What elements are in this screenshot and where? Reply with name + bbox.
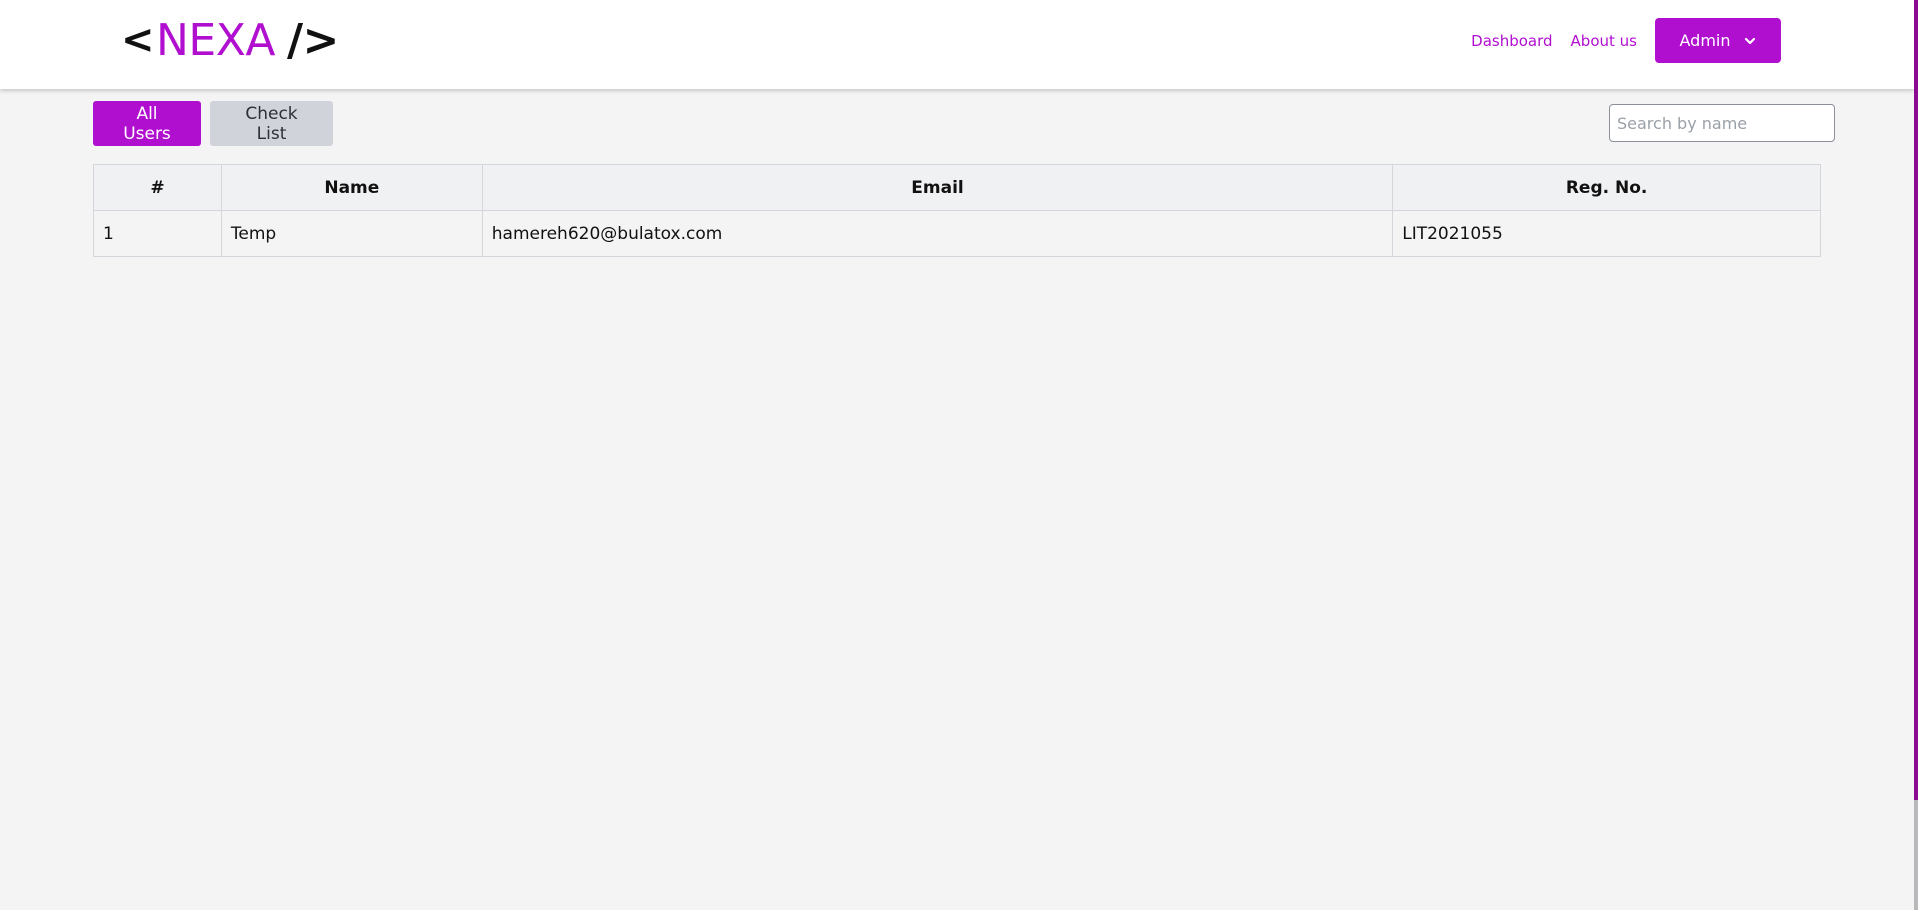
table-row[interactable]: 1 Temp hamereh620@bulatox.com LIT2021055 bbox=[93, 210, 1821, 257]
nav-link-about-us[interactable]: About us bbox=[1571, 32, 1637, 50]
page: < NEXA /> Dashboard About us Admin All U… bbox=[0, 0, 1918, 910]
logo-brand-text: NEXA bbox=[156, 14, 275, 66]
main-nav: Dashboard About us Admin bbox=[1471, 18, 1781, 63]
scrollbar-track[interactable] bbox=[1914, 800, 1918, 910]
chevron-down-icon bbox=[1744, 37, 1755, 44]
search-input[interactable] bbox=[1609, 104, 1835, 142]
column-header-number: # bbox=[93, 164, 222, 211]
nav-link-dashboard[interactable]: Dashboard bbox=[1471, 32, 1552, 50]
table-body: 1 Temp hamereh620@bulatox.com LIT2021055 bbox=[93, 210, 1821, 257]
table-header-row: # Name Email Reg. No. bbox=[93, 164, 1821, 211]
admin-button-label: Admin bbox=[1679, 31, 1731, 50]
nexa-logo[interactable]: < NEXA /> bbox=[121, 12, 343, 68]
scrollbar-thumb[interactable] bbox=[1914, 0, 1918, 800]
column-header-email: Email bbox=[481, 164, 1394, 211]
cell-email: hamereh620@bulatox.com bbox=[481, 210, 1394, 257]
admin-dropdown-button[interactable]: Admin bbox=[1655, 18, 1781, 63]
logo-close-tag: /> bbox=[286, 14, 339, 66]
all-users-button[interactable]: All Users bbox=[93, 101, 201, 146]
cell-reg-no: LIT2021055 bbox=[1392, 210, 1821, 257]
cell-number: 1 bbox=[93, 210, 222, 257]
column-header-reg-no: Reg. No. bbox=[1392, 164, 1821, 211]
logo-open-bracket: < bbox=[121, 17, 155, 63]
table-header: # Name Email Reg. No. bbox=[93, 164, 1821, 211]
cell-name: Temp bbox=[220, 210, 483, 257]
check-list-button[interactable]: Check List bbox=[210, 101, 333, 146]
top-navbar: < NEXA /> Dashboard About us Admin bbox=[0, 0, 1914, 89]
column-header-name: Name bbox=[220, 164, 483, 211]
users-table: # Name Email Reg. No. 1 Temp hamereh620@… bbox=[93, 164, 1821, 257]
